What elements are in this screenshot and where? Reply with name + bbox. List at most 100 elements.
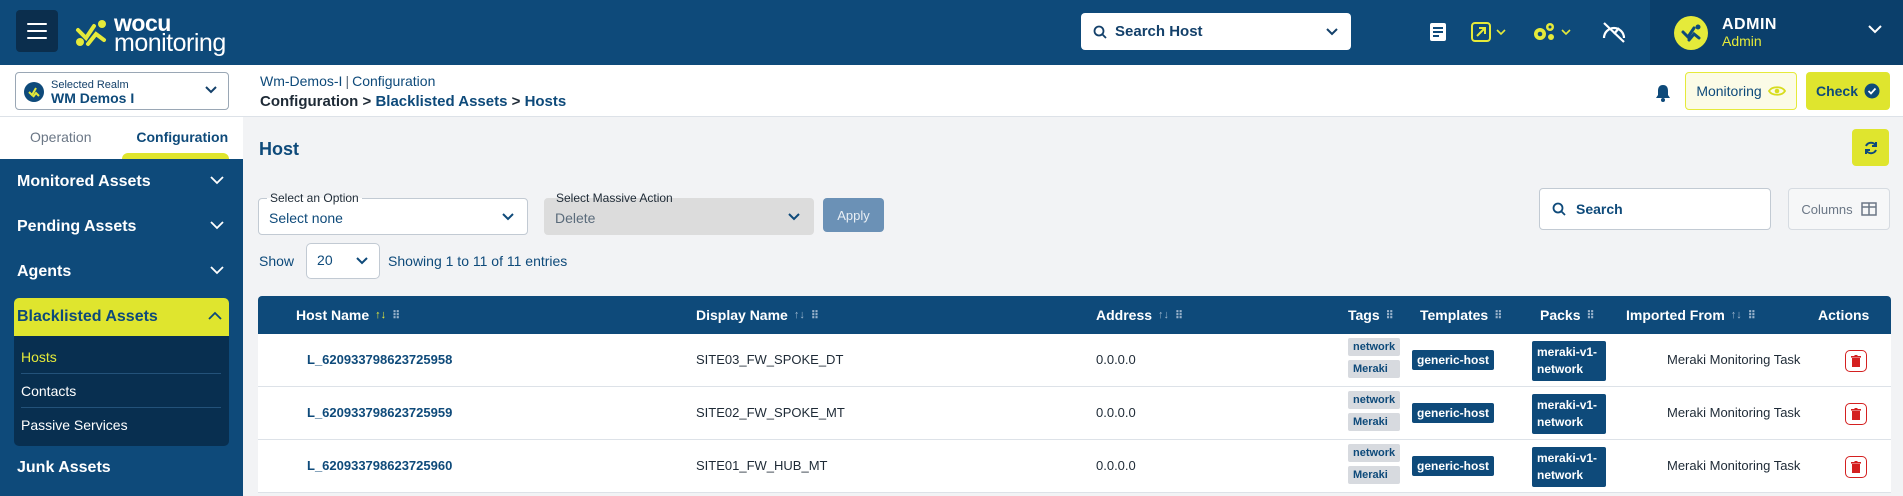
search-host-label: Search Host bbox=[1115, 23, 1203, 40]
chevron-down-icon bbox=[356, 257, 368, 265]
chevron-down-icon bbox=[1326, 28, 1338, 36]
documentation-button[interactable] bbox=[1428, 20, 1448, 44]
imported-from-cell: Meraki Monitoring Task bbox=[1667, 458, 1801, 473]
monitoring-button[interactable]: Monitoring bbox=[1685, 72, 1797, 110]
columns-label: Columns bbox=[1801, 201, 1853, 217]
sort-active-icon[interactable]: ↑↓ bbox=[375, 309, 386, 321]
check-button[interactable]: Check bbox=[1806, 72, 1890, 110]
wocu-logo[interactable]: wocu monitoring bbox=[74, 12, 226, 56]
chevron-down-icon bbox=[205, 86, 217, 94]
search-icon bbox=[1552, 202, 1566, 216]
user-role: Admin bbox=[1722, 32, 1762, 49]
table-header: Host Name ↑↓ ⠿ Display Name ↑↓ ⠿ Address… bbox=[258, 296, 1891, 334]
delete-button[interactable] bbox=[1845, 350, 1867, 372]
page-title: Host bbox=[259, 139, 299, 159]
sort-icon[interactable]: ↑↓ bbox=[1731, 309, 1742, 321]
column-header-host-name[interactable]: Host Name ↑↓ ⠿ bbox=[296, 307, 400, 323]
check-circle-icon bbox=[1864, 83, 1880, 99]
search-input[interactable]: Search bbox=[1539, 188, 1771, 230]
sidebar-item-blacklisted-assets[interactable]: Blacklisted Assets bbox=[14, 298, 229, 336]
drag-handle-icon[interactable]: ⠿ bbox=[811, 309, 819, 322]
display-name-cell: SITE02_FW_SPOKE_MT bbox=[696, 405, 845, 420]
search-host-select[interactable]: Search Host bbox=[1081, 13, 1351, 50]
sidebar-item-monitored-assets[interactable]: Monitored Assets bbox=[0, 159, 243, 204]
chevron-down-icon bbox=[1496, 28, 1506, 35]
sort-icon[interactable]: ↑↓ bbox=[1158, 309, 1169, 321]
template-badge: generic-host bbox=[1412, 350, 1495, 370]
column-header-tags[interactable]: Tags ⠿ bbox=[1348, 307, 1394, 323]
tab-operation[interactable]: Operation bbox=[0, 117, 122, 159]
delete-button[interactable] bbox=[1845, 456, 1867, 478]
search-icon bbox=[1093, 25, 1107, 39]
monitoring-status-button[interactable] bbox=[1601, 20, 1627, 44]
submenu-item-hosts[interactable]: Hosts bbox=[21, 340, 221, 374]
pack-line1: meraki-v1- bbox=[1537, 398, 1598, 412]
tags-cell: network Meraki bbox=[1348, 391, 1401, 431]
template-badge: generic-host bbox=[1412, 456, 1495, 476]
table-row: L_620933798623725958 SITE03_FW_SPOKE_DT … bbox=[258, 334, 1891, 387]
breadcrumb-separator: > bbox=[362, 93, 372, 110]
tag-badge: Meraki bbox=[1348, 360, 1401, 378]
drag-handle-icon[interactable]: ⠿ bbox=[1386, 309, 1394, 322]
realm-selector[interactable]: Selected Realm WM Demos I bbox=[15, 72, 229, 110]
columns-icon bbox=[1860, 202, 1877, 216]
drag-handle-icon[interactable]: ⠿ bbox=[1494, 309, 1502, 322]
drag-handle-icon[interactable]: ⠿ bbox=[1748, 309, 1756, 322]
apply-button[interactable]: Apply bbox=[823, 198, 884, 232]
breadcrumb-hosts[interactable]: Hosts bbox=[525, 93, 567, 110]
submenu-item-contacts[interactable]: Contacts bbox=[21, 374, 221, 408]
address-cell: 0.0.0.0 bbox=[1096, 352, 1136, 367]
display-name-cell: SITE01_FW_HUB_MT bbox=[696, 458, 828, 473]
massive-action-select[interactable]: Select Massive Action Delete bbox=[544, 191, 814, 235]
sidebar-item-junk-assets[interactable]: Junk Assets bbox=[0, 451, 243, 485]
address-cell: 0.0.0.0 bbox=[1096, 405, 1136, 420]
option-select[interactable]: Select an Option Select none bbox=[258, 191, 528, 235]
sort-icon[interactable]: ↑↓ bbox=[794, 309, 805, 321]
sidebar-item-pending-assets[interactable]: Pending Assets bbox=[0, 204, 243, 249]
drag-handle-icon[interactable]: ⠿ bbox=[1586, 309, 1594, 322]
column-header-display-name[interactable]: Display Name ↑↓ ⠿ bbox=[696, 307, 819, 323]
columns-button[interactable]: Columns bbox=[1788, 188, 1890, 230]
breadcrumb-separator: > bbox=[511, 93, 521, 110]
external-links-menu[interactable] bbox=[1470, 20, 1506, 44]
page-size-select[interactable]: 20 bbox=[306, 243, 381, 279]
table-row: L_620933798623725959 SITE02_FW_SPOKE_MT … bbox=[258, 387, 1891, 440]
avatar bbox=[1674, 15, 1708, 50]
column-header-address[interactable]: Address ↑↓ ⠿ bbox=[1096, 307, 1183, 323]
main-content: Host Select an Option Select none Select… bbox=[243, 117, 1903, 496]
check-label: Check bbox=[1815, 83, 1859, 99]
breadcrumb-blacklisted-assets[interactable]: Blacklisted Assets bbox=[375, 93, 507, 110]
external-link-icon bbox=[1471, 22, 1491, 42]
user-menu[interactable]: ADMIN Admin bbox=[1650, 0, 1903, 65]
context-section: Configuration bbox=[352, 73, 436, 89]
column-label: Display Name bbox=[696, 307, 788, 323]
column-header-imported-from[interactable]: Imported From ↑↓ ⠿ bbox=[1626, 307, 1756, 323]
column-label: Packs bbox=[1540, 307, 1581, 323]
chevron-down-icon bbox=[1868, 25, 1882, 34]
realm-logo-icon bbox=[24, 82, 44, 102]
column-label: Actions bbox=[1818, 307, 1870, 323]
refresh-icon bbox=[1864, 141, 1877, 154]
delete-button[interactable] bbox=[1845, 403, 1867, 425]
host-name-link[interactable]: L_620933798623725958 bbox=[307, 352, 452, 367]
host-name-link[interactable]: L_620933798623725959 bbox=[307, 405, 452, 420]
menu-icon bbox=[27, 23, 47, 25]
notifications-button[interactable] bbox=[1655, 84, 1671, 105]
refresh-button[interactable] bbox=[1852, 129, 1889, 166]
host-name-link[interactable]: L_620933798623725960 bbox=[307, 458, 452, 473]
tags-cell: network Meraki bbox=[1348, 444, 1401, 484]
table-row: L_620933798623725960 SITE01_FW_HUB_MT 0.… bbox=[258, 440, 1891, 493]
settings-menu[interactable] bbox=[1531, 20, 1571, 44]
column-header-templates[interactable]: Templates ⠿ bbox=[1420, 307, 1502, 323]
chevron-down-icon bbox=[502, 213, 514, 221]
drag-handle-icon[interactable]: ⠿ bbox=[392, 309, 400, 322]
hamburger-menu-button[interactable] bbox=[16, 10, 58, 52]
drag-handle-icon[interactable]: ⠿ bbox=[1175, 309, 1183, 322]
column-header-packs[interactable]: Packs ⠿ bbox=[1540, 307, 1595, 323]
bell-icon bbox=[1656, 85, 1670, 102]
submenu-item-passive-services[interactable]: Passive Services bbox=[21, 408, 221, 442]
top-bar: wocu monitoring Search Host ADMIN Admin bbox=[0, 0, 1903, 65]
column-label: Host Name bbox=[296, 307, 370, 323]
breadcrumb: Configuration > Blacklisted Assets > Hos… bbox=[260, 93, 566, 110]
sidebar-item-agents[interactable]: Agents bbox=[0, 249, 243, 294]
